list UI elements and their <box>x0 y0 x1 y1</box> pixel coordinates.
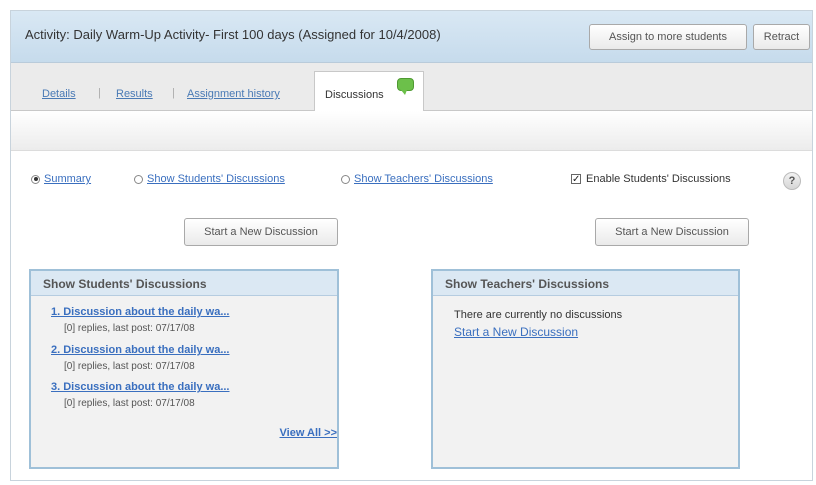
tab-separator: | <box>172 87 175 99</box>
students-panel-title: Show Students' Discussions <box>31 271 337 296</box>
teachers-panel-title: Show Teachers' Discussions <box>433 271 738 296</box>
summary-option[interactable]: Summary <box>31 173 91 185</box>
discussion-link[interactable]: 3. Discussion about the daily wa... <box>51 381 230 393</box>
tab-bar: Details | Results | Assignment history D… <box>11 63 812 112</box>
no-discussions-text: There are currently no discussions <box>454 309 623 321</box>
summary-radio[interactable] <box>31 174 40 184</box>
summary-link[interactable]: Summary <box>44 173 91 185</box>
enable-students-discussions[interactable]: ✓ Enable Students' Discussions <box>571 173 731 185</box>
view-all-link[interactable]: View All >> <box>280 427 337 439</box>
teachers-start-discussion-button[interactable]: Start a New Discussion <box>595 218 749 246</box>
discussion-meta: [0] replies, last post: 07/17/08 <box>64 398 195 409</box>
students-radio[interactable] <box>134 174 143 184</box>
tab-assignment-history[interactable]: Assignment history <box>187 88 280 100</box>
assign-more-students-button[interactable]: Assign to more students <box>589 24 747 50</box>
toolbar-band <box>11 111 812 151</box>
discussion-link[interactable]: 2. Discussion about the daily wa... <box>51 344 230 356</box>
chat-bubble-icon <box>397 78 414 95</box>
discussion-meta: [0] replies, last post: 07/17/08 <box>64 323 195 334</box>
tab-separator: | <box>98 87 101 99</box>
tab-details[interactable]: Details <box>42 88 76 100</box>
help-icon[interactable]: ? <box>783 172 801 190</box>
teachers-radio[interactable] <box>341 174 350 184</box>
students-option[interactable]: Show Students' Discussions <box>134 173 285 185</box>
teachers-link[interactable]: Show Teachers' Discussions <box>354 173 493 185</box>
teachers-discussions-panel: Show Teachers' Discussions There are cur… <box>431 269 740 469</box>
discussion-link[interactable]: 1. Discussion about the daily wa... <box>51 306 230 318</box>
retract-button[interactable]: Retract <box>753 24 810 50</box>
teachers-option[interactable]: Show Teachers' Discussions <box>341 173 493 185</box>
tab-discussions[interactable]: Discussions <box>314 71 424 112</box>
tab-results[interactable]: Results <box>116 88 153 100</box>
students-link[interactable]: Show Students' Discussions <box>147 173 285 185</box>
tab-discussions-label: Discussions <box>325 89 384 101</box>
activity-window: Activity: Daily Warm-Up Activity- First … <box>10 10 813 481</box>
enable-checkbox[interactable]: ✓ <box>571 174 581 185</box>
discussion-meta: [0] replies, last post: 07/17/08 <box>64 361 195 372</box>
activity-title: Activity: Daily Warm-Up Activity- First … <box>25 27 441 42</box>
start-discussion-link[interactable]: Start a New Discussion <box>454 325 578 339</box>
students-discussions-panel: Show Students' Discussions 1. Discussion… <box>29 269 339 469</box>
activity-header: Activity: Daily Warm-Up Activity- First … <box>11 11 812 63</box>
enable-label: Enable Students' Discussions <box>586 173 731 185</box>
students-start-discussion-button[interactable]: Start a New Discussion <box>184 218 338 246</box>
